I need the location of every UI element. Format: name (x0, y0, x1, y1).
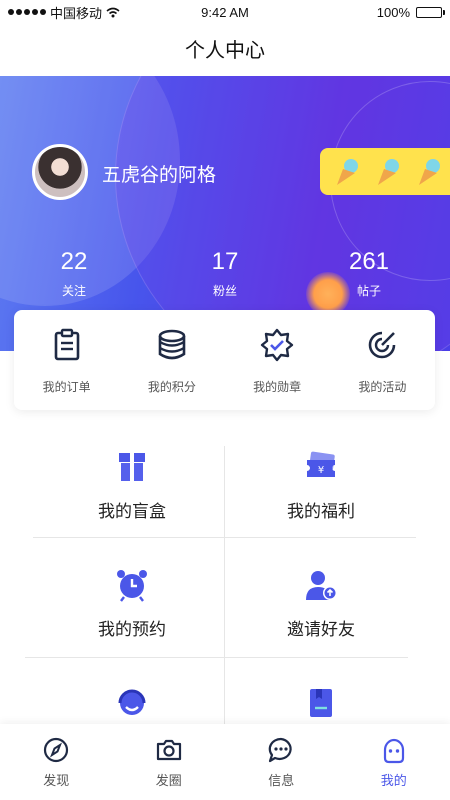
carrier-label: 中国移动 (50, 5, 103, 21)
grid-item-invite[interactable]: 邀请好友 (226, 568, 416, 678)
coupon-icon: ¥ (307, 451, 335, 477)
quick-item-label: 我的勋章 (253, 380, 302, 394)
grid-item-welfare[interactable]: ¥ 我的福利 (226, 450, 416, 560)
svg-text:¥: ¥ (318, 465, 324, 476)
tab-bar: 发现 发圈 信息 我的 (0, 724, 450, 800)
stat-label: 帖子 (356, 284, 381, 298)
page-title: 个人中心 (185, 40, 265, 62)
book-icon (310, 689, 332, 717)
tab-label: 发现 (43, 773, 70, 788)
wifi-icon (106, 7, 120, 17)
activity-icon (369, 331, 396, 359)
quick-item-label: 我的活动 (358, 380, 407, 394)
camera-icon (156, 739, 181, 761)
avatar[interactable] (32, 144, 88, 200)
quick-item-orders[interactable]: 我的订单 (14, 310, 119, 410)
stat-label: 粉丝 (212, 284, 237, 298)
status-time: 9:42 AM (201, 4, 249, 20)
chat-icon (269, 737, 292, 763)
grid-item-appointment[interactable]: 我的预约 (37, 568, 227, 678)
add-user-icon (306, 571, 337, 600)
tab-label: 发圈 (155, 773, 182, 788)
stat-value: 22 (60, 248, 88, 275)
stat-followers[interactable]: 17 粉丝 (170, 248, 280, 299)
grid-item-label: 我的盲盒 (98, 502, 166, 521)
grid-item-label: 我的预约 (98, 620, 166, 639)
stat-label: 关注 (61, 284, 86, 298)
quick-item-activities[interactable]: 我的活动 (330, 310, 435, 410)
grid-item-label: 邀请好友 (287, 620, 355, 639)
alarm-clock-icon (117, 570, 147, 602)
tab-messages[interactable]: 信息 (225, 724, 338, 800)
stat-value: 17 (211, 248, 239, 275)
gift-box-icon (119, 453, 145, 481)
grid-item-blind-box[interactable]: 我的盲盒 (37, 450, 227, 560)
ice-cream-icon (377, 158, 399, 185)
database-icon (158, 329, 186, 360)
quick-item-medals[interactable]: 我的勋章 (225, 310, 330, 410)
customer-service-icon (118, 689, 146, 715)
quick-item-points[interactable]: 我的积分 (119, 310, 224, 410)
battery-percent: 100% (376, 4, 410, 20)
badge-strip[interactable] (320, 148, 450, 195)
tab-me[interactable]: 我的 (338, 724, 450, 800)
stat-posts[interactable]: 261 帖子 (314, 248, 424, 299)
tab-discover[interactable]: 发现 (0, 724, 113, 800)
signal-icon (8, 9, 46, 15)
ice-cream-icon (418, 158, 440, 185)
compass-icon (44, 737, 69, 763)
tab-post[interactable]: 发圈 (113, 724, 226, 800)
user-face-icon (383, 738, 404, 764)
stat-following[interactable]: 22 关注 (19, 248, 129, 299)
clipboard-icon (54, 328, 79, 361)
status-bar: 中国移动 9:42 AM 100% (0, 0, 450, 24)
quick-item-label: 我的订单 (42, 380, 91, 394)
tab-label: 我的 (380, 773, 407, 788)
quick-item-label: 我的积分 (147, 380, 196, 394)
stat-value: 261 (348, 248, 390, 275)
medal-icon (260, 328, 294, 362)
username[interactable]: 五虎谷的阿格 (102, 160, 216, 187)
tab-label: 信息 (268, 773, 295, 788)
grid-item-label: 我的福利 (287, 502, 355, 521)
ice-cream-icon (336, 158, 358, 185)
battery-icon (416, 6, 445, 18)
quick-menu: 我的订单 我的积分 我的勋章 我的活动 (14, 310, 435, 410)
